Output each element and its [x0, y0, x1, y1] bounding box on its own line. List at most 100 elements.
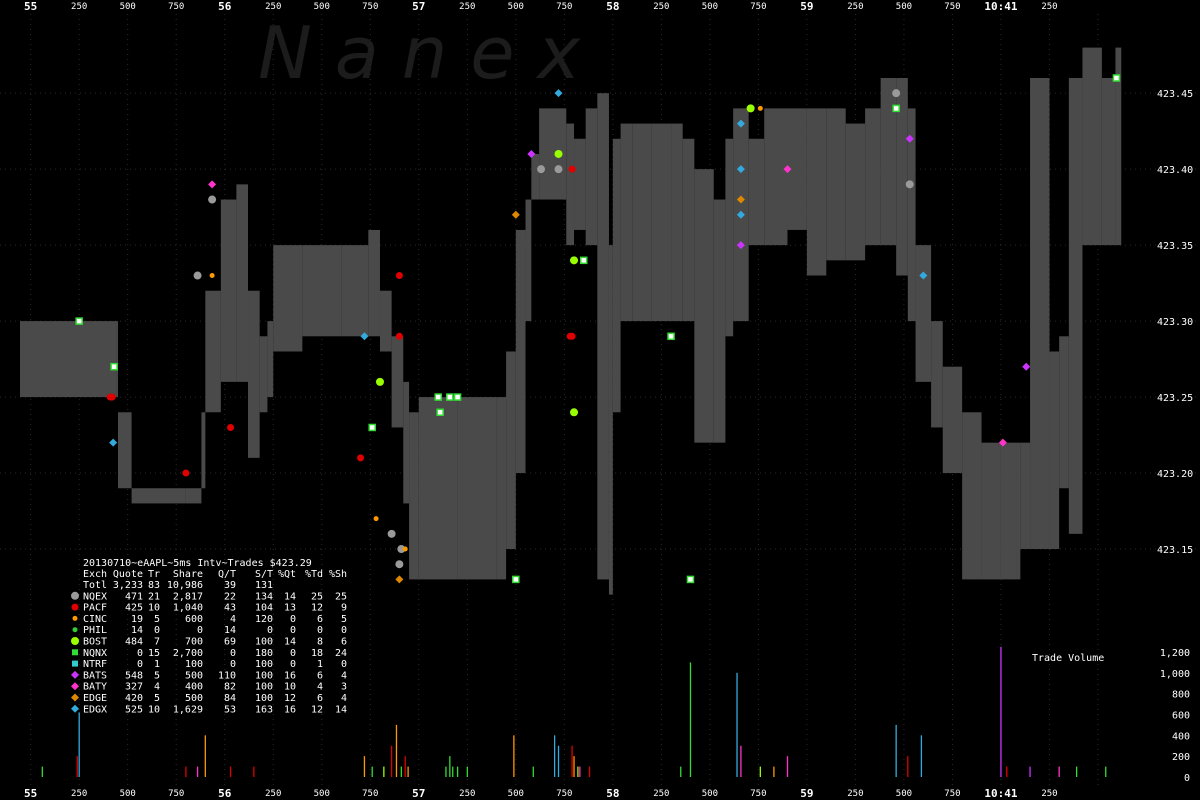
nbbo-band-segment	[116, 321, 118, 398]
legend-cell: 4	[230, 614, 236, 625]
legend-exchange: BOST	[83, 637, 107, 648]
legend-cell: 14	[335, 704, 347, 715]
nbbo-band-segment	[1082, 47, 1102, 246]
x-tick-label-bottom: 500	[896, 789, 912, 799]
legend-cell: 500	[185, 670, 203, 681]
trades-chart: N a n e x 555525025050050075075056562502…	[0, 0, 1200, 800]
y-tick-label: 423.15	[1157, 545, 1193, 556]
nbbo-band-segment	[341, 245, 369, 337]
legend-cell: 0	[137, 659, 143, 670]
y-tick-label: 423.25	[1157, 393, 1193, 404]
legend-header-cell: Exch	[83, 569, 107, 580]
x-tick-label-bottom: 750	[944, 789, 960, 799]
trade-marker	[436, 408, 444, 417]
x-tick-label-top: 500	[314, 2, 330, 12]
nbbo-band-segment	[1000, 442, 1017, 580]
legend-cell: 400	[185, 682, 203, 693]
trade-marker	[193, 271, 202, 280]
x-tick-minute-top: 10:41	[984, 0, 1017, 13]
legend-cell: 1	[154, 659, 160, 670]
legend-header-cell: Q/T	[218, 569, 236, 580]
trade-marker	[209, 273, 215, 279]
volume-tick-label: 200	[1172, 752, 1190, 763]
legend-total-cell: 131	[255, 580, 273, 591]
legend-exchange: NQEX	[83, 591, 107, 602]
nbbo-band-segment	[915, 245, 932, 382]
legend-title: 20130710~eAAPL~5ms Intv~Trades $423.29	[83, 558, 312, 569]
legend-total-cell: 3,233	[113, 580, 143, 591]
x-tick-minute-top: 56	[218, 0, 232, 13]
nbbo-band-segment	[525, 199, 532, 322]
trade-marker	[570, 256, 579, 265]
legend-header-cell: Quote	[113, 569, 143, 580]
legend-cell: 12	[311, 603, 323, 614]
legend-cell: 100	[255, 637, 273, 648]
x-tick-minute-bottom: 55	[24, 787, 37, 800]
nbbo-band-segment	[1020, 442, 1031, 550]
legend-cell: 327	[125, 682, 143, 693]
legend-cell: 0	[290, 659, 296, 670]
nbbo-band-segment	[1016, 442, 1021, 580]
nbbo-band-segment	[496, 397, 507, 580]
legend-cell: 6	[317, 693, 323, 704]
x-tick-label-bottom: 250	[847, 789, 863, 799]
trade-marker	[1022, 362, 1031, 371]
x-tick-label-top: 250	[459, 2, 475, 12]
x-tick-label-top: 250	[265, 2, 281, 12]
x-tick-label-top: 750	[168, 2, 184, 12]
x-tick-minute-top: 57	[412, 0, 425, 13]
legend-cell: 18	[311, 648, 323, 659]
x-tick-label-bottom: 250	[459, 789, 475, 799]
x-tick-minute-bottom: 58	[606, 787, 619, 800]
legend-marker	[71, 682, 79, 691]
nbbo-band-segment	[1101, 77, 1116, 246]
nbbo-band-segment	[671, 123, 683, 322]
legend-exchange: PHIL	[83, 625, 107, 636]
legend-cell: 0	[290, 625, 296, 636]
nbbo-band-segment	[531, 153, 540, 200]
trade-marker	[227, 423, 235, 431]
legend-cell: 100	[255, 682, 273, 693]
y-tick-label: 423.20	[1157, 469, 1193, 480]
x-tick-minute-bottom: 10:41	[984, 787, 1017, 800]
legend-total-cell: Totl	[83, 580, 107, 591]
nbbo-band-segment	[403, 381, 410, 504]
trade-marker	[746, 104, 755, 113]
legend-header-cell: %Td	[305, 569, 323, 580]
legend-marker	[71, 637, 79, 645]
legend-cell: 14	[284, 591, 296, 602]
x-tick-label-top: 750	[556, 2, 572, 12]
legend-cell: 10	[148, 603, 160, 614]
trade-marker	[395, 560, 404, 569]
legend-cell: 100	[255, 659, 273, 670]
nbbo-band-segment	[302, 245, 342, 337]
legend-cell: 1	[317, 659, 323, 670]
trade-marker	[905, 180, 914, 189]
x-tick-label-bottom: 750	[168, 789, 184, 799]
watermark: N a n e x	[258, 11, 581, 95]
legend-cell: 7	[154, 637, 160, 648]
trade-marker	[395, 332, 403, 340]
legend-cell: 0	[290, 648, 296, 659]
legend-cell: 69	[224, 637, 236, 648]
legend-cell: 3	[341, 682, 347, 693]
legend-cell: 4	[154, 682, 160, 693]
legend-cell: 6	[341, 637, 347, 648]
legend-total-cell: 39	[224, 580, 236, 591]
trade-marker	[570, 408, 579, 417]
trade-marker	[757, 105, 763, 111]
trade-marker	[512, 575, 520, 584]
legend-marker	[71, 591, 79, 600]
nbbo-band-segment	[566, 123, 575, 246]
nbbo-band-segment	[1068, 77, 1083, 534]
legend-cell: 1,629	[173, 704, 203, 715]
legend-cell: 0	[230, 659, 236, 670]
trade-marker	[453, 393, 462, 401]
nbbo-band-segment	[725, 138, 734, 337]
legend-cell: 5	[341, 614, 347, 625]
legend-cell: 12	[284, 693, 296, 704]
nbbo-band-segment	[1059, 336, 1069, 489]
legend-cell: 0	[267, 625, 273, 636]
x-tick-label-top: 500	[702, 2, 718, 12]
nbbo-band-segment	[418, 397, 458, 580]
